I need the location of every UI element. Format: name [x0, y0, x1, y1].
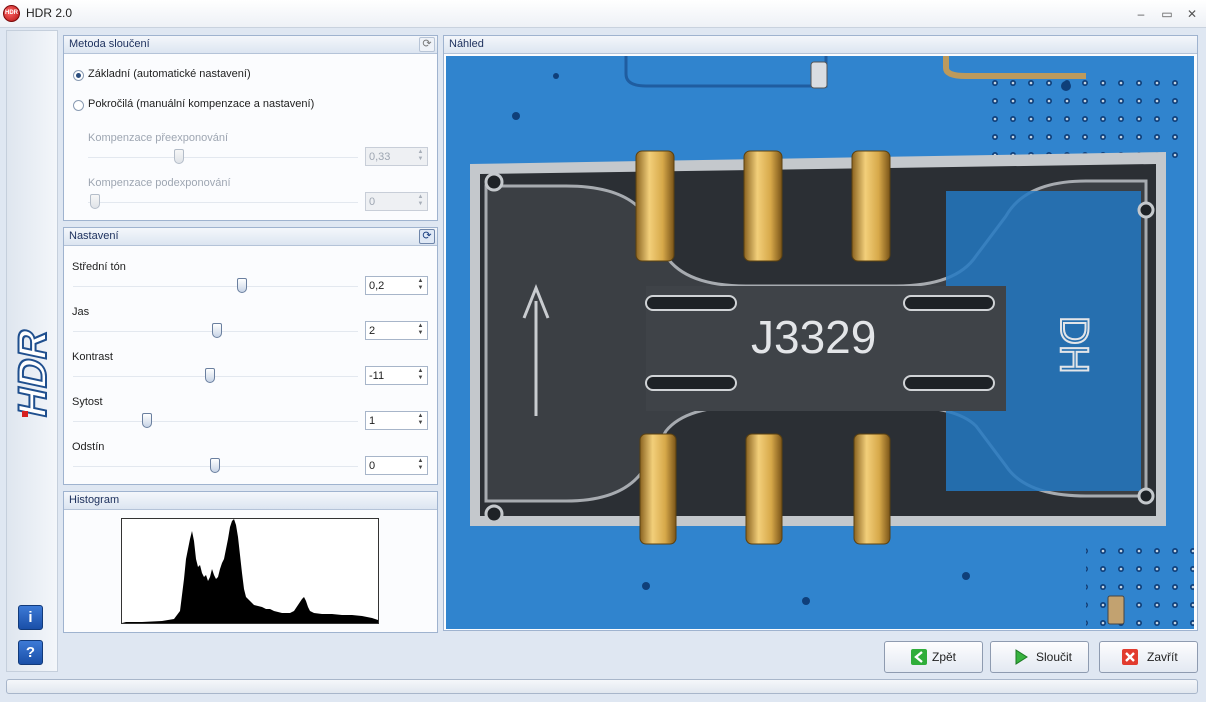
close-button[interactable]: Zavřít: [1099, 641, 1198, 673]
settings-title: Nastavení: [69, 230, 119, 242]
brightness-slider[interactable]: [212, 323, 222, 338]
contrast-slider[interactable]: [205, 368, 215, 383]
app-icon: HDR: [3, 5, 20, 22]
saturation-slider-track: [73, 421, 358, 422]
merge-method-title: Metoda sloučení: [69, 38, 150, 50]
overexposure-slider-track: [88, 157, 358, 158]
smd-component: [810, 61, 828, 89]
saturation-label: Sytost: [72, 396, 103, 408]
midtone-slider[interactable]: [237, 278, 247, 293]
midtone-field[interactable]: 0,2 ▲ ▼: [365, 276, 428, 295]
merge-method-header: Metoda sloučení ⟳: [64, 36, 437, 54]
overexposure-slider[interactable]: [174, 149, 184, 164]
histogram-plot: [121, 518, 379, 624]
chip-label: J3329: [751, 311, 876, 363]
hue-label: Odstín: [72, 441, 105, 453]
hue-slider[interactable]: [210, 458, 220, 473]
brightness-label: Jas: [72, 306, 90, 318]
window-title: HDR 2.0: [26, 6, 73, 20]
advanced-radio[interactable]: [73, 100, 84, 111]
midtone-label: Střední tón: [72, 261, 126, 273]
contact-pin: [853, 433, 891, 545]
preview-image[interactable]: J3329 DH: [446, 56, 1194, 629]
preview-svg: J3329 DH: [446, 56, 1194, 629]
preview-header: Náhled: [444, 36, 1197, 54]
chip-mark: DH: [1052, 316, 1096, 374]
contrast-slider-track: [73, 376, 358, 377]
underexposure-slider-track: [88, 202, 358, 203]
histogram-curve: [122, 519, 378, 623]
hdr-logo: HDR: [12, 324, 54, 422]
spin-arrows-icon[interactable]: ▲ ▼: [415, 278, 426, 293]
histogram-graph: [122, 519, 378, 623]
basic-label: Základní (automatické nastavení): [88, 68, 251, 80]
advanced-label: Pokročilá (manuální kompenzace a nastave…: [88, 98, 315, 110]
overexposure-field[interactable]: 0,33 ▲ ▼: [365, 147, 428, 166]
brightness-field[interactable]: 2 ▲ ▼: [365, 321, 428, 340]
underexposure-field[interactable]: 0 ▲ ▼: [365, 192, 428, 211]
spin-arrows-icon[interactable]: ▲ ▼: [415, 458, 426, 473]
saturation-field[interactable]: 1 ▲ ▼: [365, 411, 428, 430]
histogram-panel: Histogram: [63, 491, 438, 633]
arrow-left-icon: [911, 649, 927, 665]
underexposure-slider[interactable]: [90, 194, 100, 209]
contact-pin: [639, 433, 677, 545]
reset-icon[interactable]: ⟳: [419, 37, 435, 52]
back-button[interactable]: Zpět: [884, 641, 983, 673]
spin-arrows-icon[interactable]: ▲ ▼: [415, 149, 426, 164]
spin-arrows-icon[interactable]: ▲ ▼: [415, 194, 426, 209]
maximize-button[interactable]: ▭: [1156, 5, 1178, 23]
minimize-button[interactable]: –: [1130, 5, 1152, 23]
overexposure-label: Kompenzace přeexponování: [88, 132, 229, 144]
hue-field[interactable]: 0 ▲ ▼: [365, 456, 428, 475]
close-window-button[interactable]: ✕: [1181, 5, 1203, 23]
basic-radio[interactable]: [73, 70, 84, 81]
logo-red-dot: [22, 411, 28, 417]
brand-strip: HDR i ?: [6, 30, 58, 672]
spin-arrows-icon[interactable]: ▲ ▼: [415, 368, 426, 383]
histogram-header: Histogram: [64, 492, 437, 510]
logo-text: HDR: [12, 325, 54, 421]
contact-pin: [851, 150, 891, 262]
reset-settings-icon[interactable]: ⟳: [419, 229, 435, 244]
saturation-slider[interactable]: [142, 413, 152, 428]
close-icon: [1122, 649, 1138, 665]
status-bar: [6, 679, 1198, 694]
settings-header: Nastavení ⟳: [64, 228, 437, 246]
play-icon: [1015, 649, 1028, 665]
contact-pin: [743, 150, 783, 262]
contrast-field[interactable]: -11 ▲ ▼: [365, 366, 428, 385]
midtone-slider-track: [73, 286, 358, 287]
preview-panel: Náhled J3329 DH: [443, 35, 1198, 631]
contact-pin: [635, 150, 675, 262]
title-bar: HDR HDR 2.0 – ▭ ✕: [0, 0, 1206, 28]
info-button[interactable]: i: [18, 605, 43, 630]
help-button[interactable]: ?: [18, 640, 43, 665]
contact-pin: [745, 433, 783, 545]
histogram-title: Histogram: [69, 494, 120, 506]
merge-method-panel: Metoda sloučení ⟳ Základní (automatické …: [63, 35, 438, 221]
merge-button[interactable]: Sloučit: [990, 641, 1089, 673]
spin-arrows-icon[interactable]: ▲ ▼: [415, 413, 426, 428]
spin-arrows-icon[interactable]: ▲ ▼: [415, 323, 426, 338]
underexposure-label: Kompenzace podexponování: [88, 177, 231, 189]
settings-panel: Nastavení ⟳ Střední tón 0,2 ▲ ▼ Jas 2 ▲ ▼ …: [63, 227, 438, 485]
preview-title: Náhled: [449, 38, 484, 50]
pcb-vias-bottom: [1086, 546, 1194, 629]
contrast-label: Kontrast: [72, 351, 113, 363]
